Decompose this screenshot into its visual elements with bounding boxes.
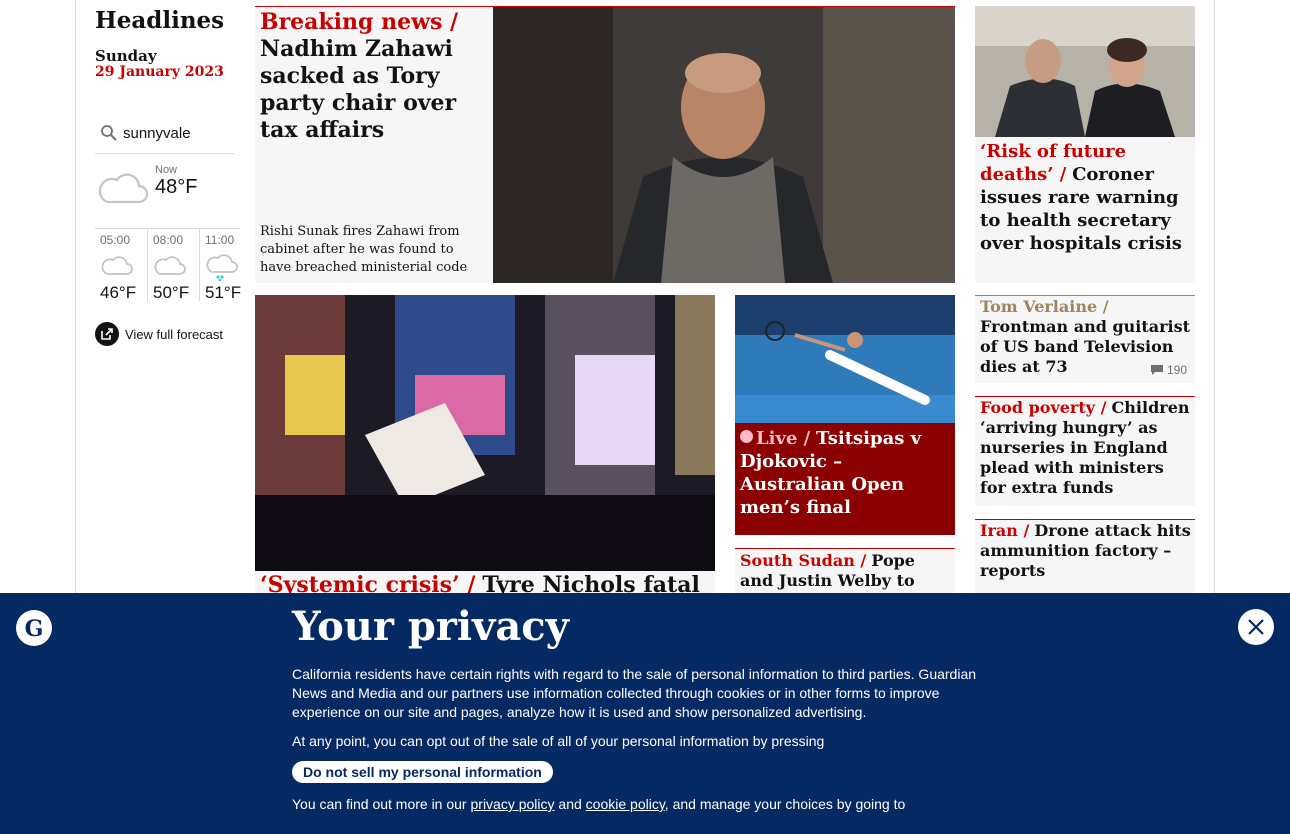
external-link-icon: [95, 322, 119, 346]
forecast-temperature: 50°F: [153, 283, 190, 302]
cloud-icon: [98, 173, 149, 204]
weather-location-search[interactable]: sunnyvale: [95, 120, 235, 154]
card-headline: ‘Risk of future deaths’ / Coroner issues…: [980, 140, 1192, 255]
forecast-hour: 05:00 46°F: [95, 229, 147, 302]
card-kicker: Live /: [756, 428, 811, 449]
south-sudan-card[interactable]: South Sudan / Pope and Justin Welby to v…: [735, 548, 955, 610]
close-icon: [1248, 619, 1264, 635]
card-kicker: South Sudan /: [740, 551, 867, 570]
card-headline: Food poverty / Children ‘arriving hungry…: [980, 398, 1192, 498]
day-label: Sunday: [95, 47, 157, 65]
privacy-title: Your privacy: [292, 603, 569, 650]
privacy-text: and: [558, 796, 582, 812]
privacy-banner: G Your privacy California residents have…: [0, 593, 1290, 834]
now-label: Now: [155, 164, 178, 176]
date-label: 29 January 2023: [95, 64, 224, 80]
food-poverty-card[interactable]: Food poverty / Children ‘arriving hungry…: [975, 396, 1195, 506]
close-banner-button[interactable]: [1238, 609, 1274, 645]
headlines-header: Headlines Sunday 29 January 2023: [95, 6, 235, 80]
cookie-policy-link[interactable]: cookie policy: [586, 796, 665, 812]
location-input[interactable]: sunnyvale: [123, 125, 191, 142]
section-title: Headlines: [95, 7, 225, 34]
guardian-logo-icon: G: [16, 610, 52, 646]
coroner-card[interactable]: ‘Risk of future deaths’ / Coroner issues…: [975, 6, 1195, 283]
tom-verlaine-card[interactable]: Tom Verlaine / Frontman and guitarist of…: [975, 295, 1195, 383]
card-headline: Iran / Drone attack hits ammunition fact…: [980, 521, 1192, 581]
breaking-news-card[interactable]: Breaking news / Nadhim Zahawi sacked as …: [255, 6, 955, 283]
forecast-temperature: 46°F: [100, 283, 137, 302]
comment-icon: [1150, 365, 1163, 375]
protest-photo: [255, 295, 715, 571]
djokovic-photo: [735, 295, 955, 423]
privacy-body: California residents have certain rights…: [292, 665, 1002, 824]
tyre-nichols-card[interactable]: ‘Systemic crisis’ / Tyre Nichols fatal: [255, 295, 715, 598]
live-tennis-card[interactable]: Live / Tsitsipas v Djokovic – Australian…: [735, 295, 955, 535]
card-kicker: Iran /: [980, 521, 1030, 540]
card-standfirst: Rishi Sunak fires Zahawi from cabinet af…: [260, 224, 468, 275]
zahawi-photo: [493, 7, 955, 283]
svg-text:G: G: [25, 616, 44, 642]
now-temperature: 48°F: [155, 176, 198, 198]
view-full-forecast-label: View full forecast: [125, 326, 224, 342]
forecast-time: 05:00: [100, 233, 131, 247]
current-weather: Now 48°F: [95, 164, 235, 228]
view-full-forecast-link[interactable]: View full forecast: [95, 322, 223, 346]
privacy-text: , and manage your choices by going to: [664, 796, 906, 812]
forecast-hour: 11:00 51°F: [199, 229, 242, 302]
search-icon: [101, 125, 117, 141]
forecast-time: 11:00: [205, 233, 235, 247]
card-title: Nadhim Zahawi sacked as Tory party chair…: [260, 36, 457, 143]
privacy-policy-link[interactable]: privacy policy: [471, 796, 555, 812]
card-headline: Breaking news / Nadhim Zahawi sacked as …: [260, 9, 488, 144]
forecast-hour: 08:00 50°F: [147, 229, 200, 302]
forecast-time: 08:00: [153, 233, 184, 247]
iran-card[interactable]: Iran / Drone attack hits ammunition fact…: [975, 519, 1195, 599]
privacy-paragraph: You can find out more in our privacy pol…: [292, 795, 1002, 814]
card-kicker: Food poverty /: [980, 398, 1107, 417]
cloud-rain-icon: [206, 254, 238, 281]
live-indicator-icon: [740, 430, 753, 443]
card-kicker: Breaking news /: [260, 9, 459, 35]
privacy-paragraph: At any point, you can opt out of the sal…: [292, 733, 825, 749]
couple-photo: [975, 6, 1195, 137]
comment-count[interactable]: 190: [1150, 360, 1187, 380]
privacy-paragraph: California residents have certain rights…: [292, 666, 977, 720]
cloud-icon: [154, 256, 186, 275]
card-headline: Live / Tsitsipas v Djokovic – Australian…: [740, 427, 952, 519]
cloud-icon: [101, 256, 133, 275]
comment-count-value: 190: [1166, 363, 1187, 377]
privacy-text: You can find out more in our: [292, 796, 467, 812]
forecast-temperature: 51°F: [205, 283, 242, 302]
hourly-forecast: 05:00 46°F 08:00 50°F 11:00 51°F: [95, 228, 242, 302]
do-not-sell-button[interactable]: Do not sell my personal information: [292, 761, 553, 783]
card-kicker: Tom Verlaine /: [980, 297, 1109, 316]
